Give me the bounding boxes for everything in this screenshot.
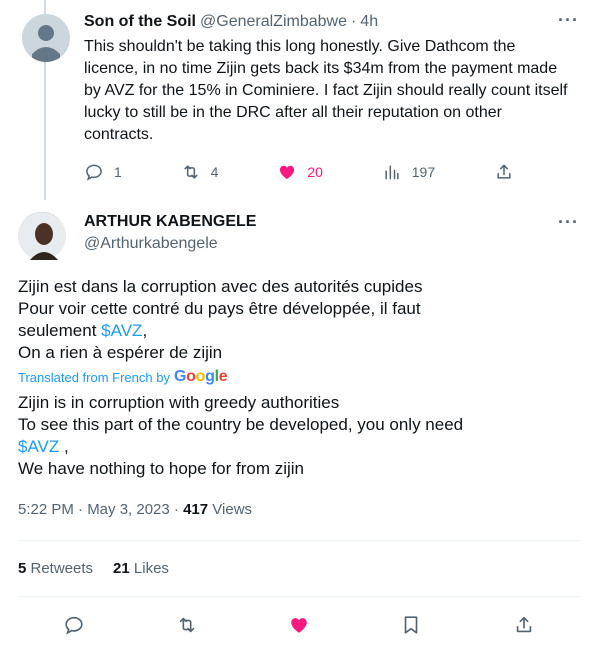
like-button[interactable]: 20: [277, 162, 323, 182]
reply-count: 1: [114, 164, 122, 180]
google-logo-letter: o: [186, 368, 196, 385]
profile-photo: [18, 212, 66, 260]
original-line-4: On a rien à espérer de zijin: [18, 343, 223, 362]
original-line-2: Pour voir cette contré du pays être déve…: [18, 299, 421, 318]
google-logo-letter: e: [218, 368, 228, 385]
author-handle[interactable]: @GeneralZimbabwe: [200, 10, 347, 34]
original-line-1: Zijin est dans la corruption avec des au…: [18, 277, 423, 296]
share-button[interactable]: [494, 162, 514, 182]
avatar[interactable]: [18, 212, 66, 260]
more-options-icon[interactable]: ···: [558, 212, 579, 233]
divider: [18, 596, 580, 597]
translation-line-2: To see this part of the country be devel…: [18, 415, 464, 434]
more-options-icon[interactable]: ···: [558, 10, 579, 31]
translated-label: Translated from French by: [18, 369, 170, 385]
retweet-icon[interactable]: [176, 614, 198, 636]
retweet-icon: [184, 165, 198, 179]
cashtag-link[interactable]: $AVZ: [101, 321, 142, 340]
tweet-meta: 5:22 PM · May 3, 2023 · 417 Views: [18, 499, 252, 521]
share-icon[interactable]: [513, 614, 535, 636]
google-logo: Google: [173, 368, 228, 386]
reply-header: Son of the Soil @GeneralZimbabwe · 4h: [84, 10, 574, 34]
like-count: 20: [307, 164, 323, 180]
avatar[interactable]: [22, 14, 70, 62]
reply-tweet: Son of the Soil @GeneralZimbabwe · 4h Th…: [84, 10, 574, 146]
likes-count: 21: [113, 560, 130, 577]
views-count: 197: [411, 164, 436, 180]
views-count: 417: [183, 501, 209, 518]
translation-line-4: We have nothing to hope for from zijin: [18, 459, 305, 478]
separator-dot: ·: [350, 13, 357, 30]
google-logo-letter: o: [195, 368, 206, 385]
google-logo-letter: G: [173, 368, 187, 385]
divider: [18, 540, 580, 541]
translation-line-3: $AVZ ,: [18, 436, 578, 458]
original-line-3: seulement $AVZ,: [18, 320, 578, 342]
cashtag-link[interactable]: $AVZ: [18, 437, 59, 456]
reply-button[interactable]: 1: [84, 162, 122, 182]
translation-line-1: Zijin is in corruption with greedy autho…: [18, 393, 340, 412]
likes-label: Likes: [129, 560, 169, 577]
default-avatar-icon: [22, 14, 70, 62]
comment-icon[interactable]: [63, 614, 85, 636]
tweet-translated-text: Zijin is in corruption with greedy autho…: [18, 392, 578, 480]
translation-line-3-suffix: ,: [59, 437, 69, 456]
retweet-count: 4: [210, 164, 219, 180]
analytics-icon: [385, 165, 399, 180]
google-logo-letter: g: [205, 368, 215, 385]
author-handle[interactable]: @Arthurkabengele: [84, 234, 218, 254]
reply-text: This shouldn't be taking this long hones…: [84, 38, 568, 143]
original-line-3-prefix: seulement: [18, 321, 102, 340]
likes-stat[interactable]: 21 Likes: [113, 558, 169, 580]
tweet-original-text: Zijin est dans la corruption avec des au…: [18, 276, 578, 364]
heart-filled-icon[interactable]: [288, 614, 310, 636]
author-name[interactable]: ARTHUR KABENGELE: [84, 210, 256, 234]
retweets-stat[interactable]: 5 Retweets: [18, 558, 93, 580]
translation-attribution[interactable]: Translated from French by Google: [18, 368, 228, 386]
share-icon: [497, 164, 511, 179]
author-name[interactable]: Son of the Soil: [84, 10, 196, 34]
retweet-button[interactable]: 4: [181, 162, 219, 182]
views-label: Views: [208, 501, 253, 518]
tweet-timestamp[interactable]: 5:22 PM · May 3, 2023: [18, 501, 170, 518]
original-line-3-suffix: ,: [142, 321, 148, 340]
tweet-time[interactable]: 4h: [360, 10, 378, 34]
meta-separator: ·: [169, 501, 184, 518]
bookmark-icon[interactable]: [400, 614, 422, 636]
heart-filled-icon: [280, 165, 295, 180]
reply-action-bar: 1 4 20 197: [84, 158, 514, 186]
retweets-label: Retweets: [26, 560, 94, 577]
main-action-bar: [18, 611, 580, 639]
views-button[interactable]: 197: [382, 162, 435, 182]
engagement-stats: 5 Retweets 21 Likes: [18, 558, 169, 580]
comment-icon: [86, 164, 102, 181]
